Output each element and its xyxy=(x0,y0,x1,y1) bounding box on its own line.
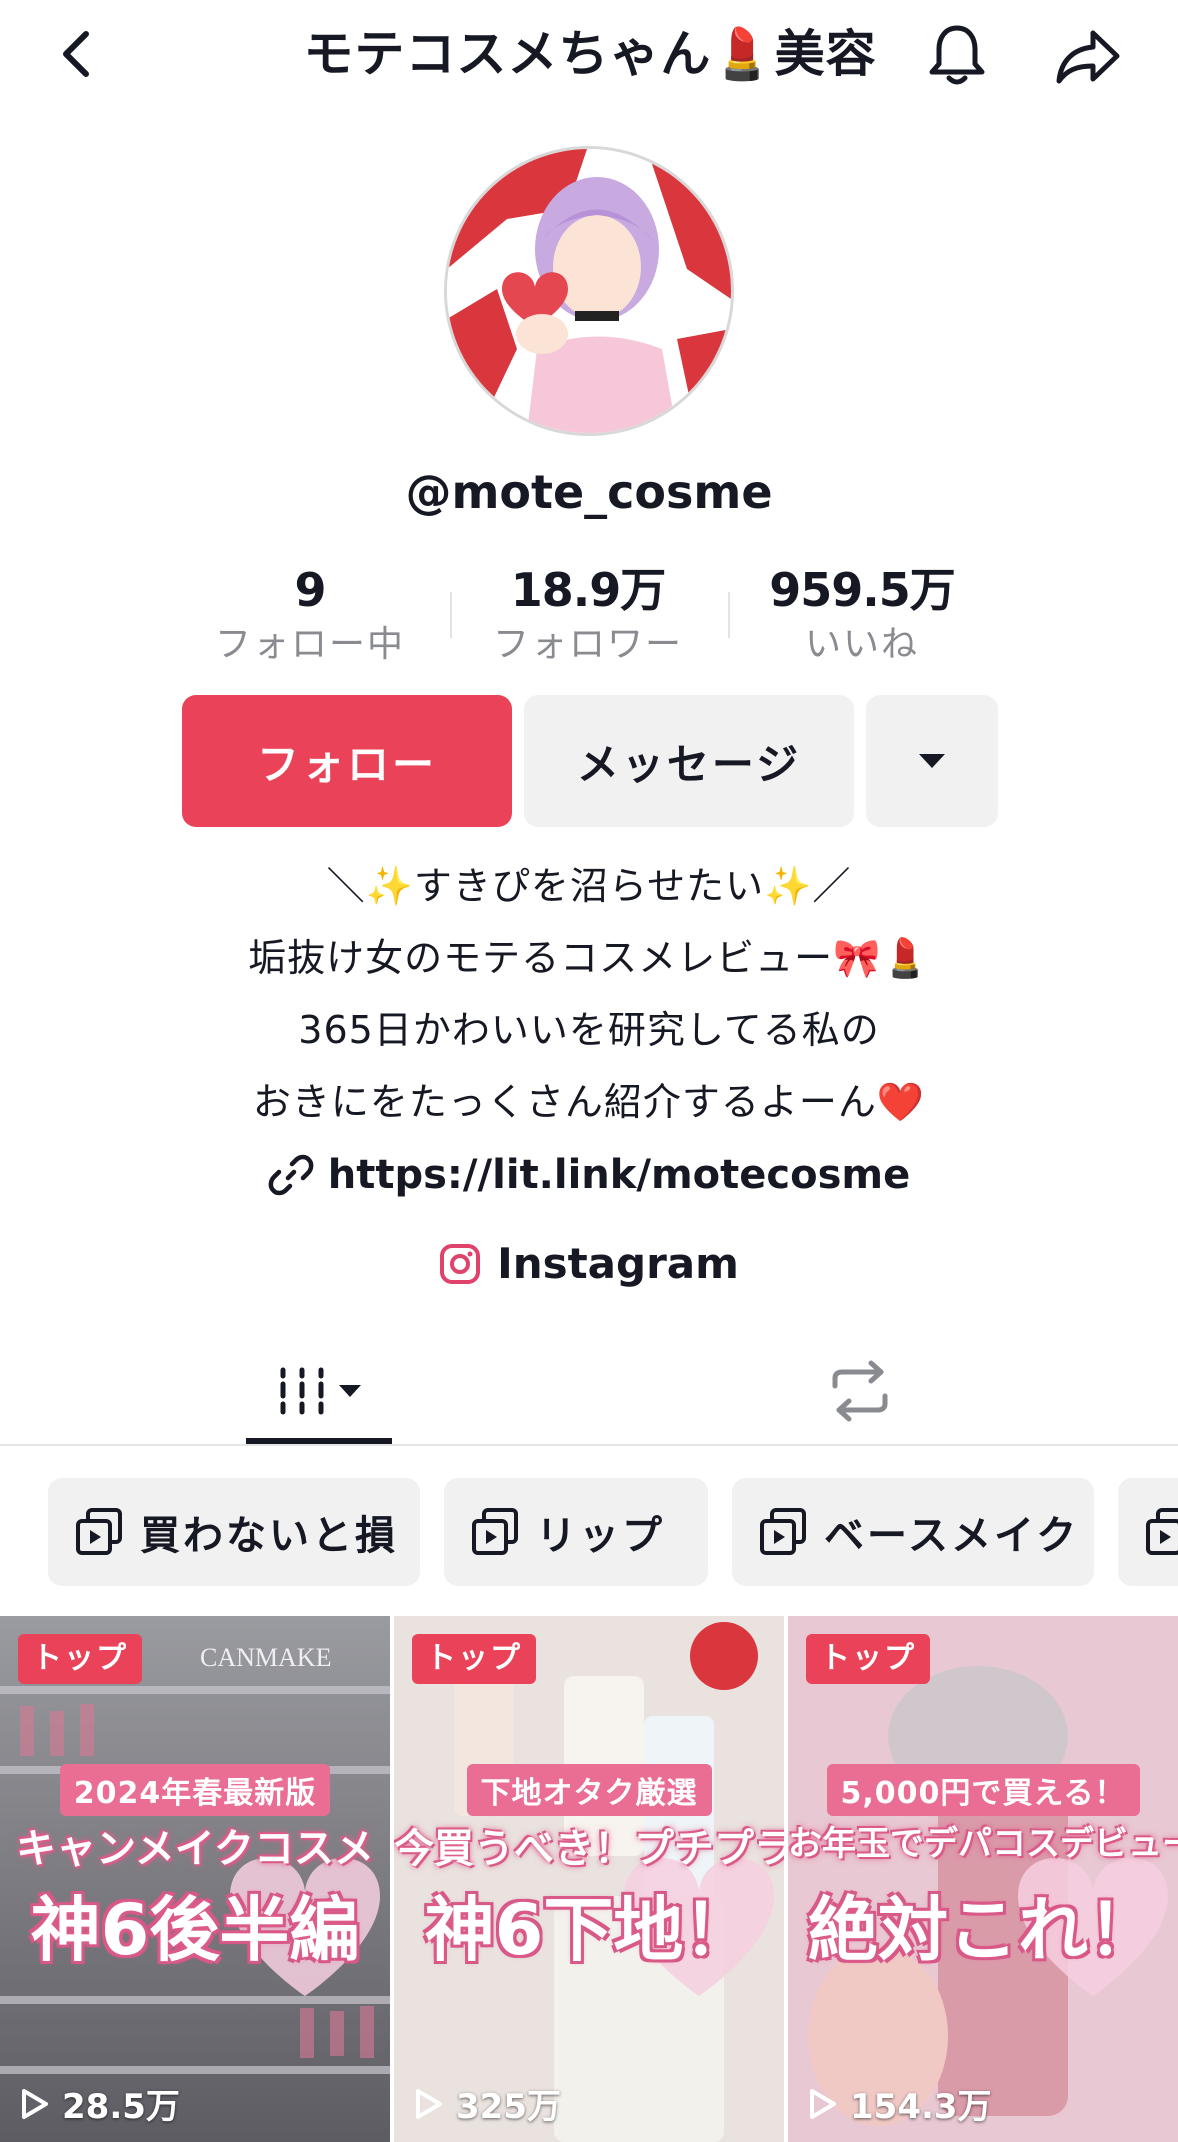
video-caption-main: 神6後半編 xyxy=(30,1889,360,1971)
video-thumbnail[interactable]: トップ 5,000円で買える！ お年玉でデパコスデビュー 絶対これ！ 154.3… xyxy=(788,1616,1178,2142)
profile-header: モテコスメちゃん💄美容 xyxy=(0,0,1178,112)
share-arrow-icon xyxy=(1056,30,1120,84)
caption-text: 5,000円で買える！ xyxy=(826,1764,1140,1816)
playlist-label: ベースメイク xyxy=(824,1513,1080,1559)
playlist-icon xyxy=(76,1508,122,1555)
profile-link[interactable]: https://lit.link/motecosme xyxy=(0,1140,1178,1210)
playlist-label: 買わないと損 xyxy=(140,1513,398,1559)
playlist-chip[interactable]: リップ xyxy=(444,1478,708,1586)
tab-videos[interactable] xyxy=(246,1336,392,1446)
caret-down-icon xyxy=(919,754,945,768)
view-count-text: 28.5万 xyxy=(62,2087,180,2127)
message-button[interactable]: メッセージ xyxy=(524,695,854,827)
bio-line: ＼✨すきぴを沼らせたい✨／ xyxy=(326,864,852,908)
followers-count: 18.9万 xyxy=(510,563,667,617)
video-thumbnail[interactable]: トップ 下地オタク厳選 今買うべき！プチプラ 神6下地！ 325万 xyxy=(394,1616,784,2142)
video-caption-top: 2024年春最新版 xyxy=(0,1764,390,1816)
top-badge: トップ xyxy=(806,1634,930,1684)
bio-line: おきにをたっくさん紹介するよーん❤️ xyxy=(252,1080,926,1124)
play-icon xyxy=(22,2088,48,2119)
videos-grid-icon xyxy=(280,1367,324,1415)
chevron-left-icon xyxy=(63,31,89,77)
playlist-icon xyxy=(760,1508,806,1555)
bio-line: 365日かわいいを研究してる私の xyxy=(298,1008,880,1052)
likes-count: 959.5万 xyxy=(769,563,956,617)
likes-label: いいね xyxy=(804,624,919,665)
view-count: 28.5万 xyxy=(20,2079,180,2128)
video-caption-middle: お年玉でデパコスデビュー xyxy=(788,1824,1178,1864)
stat-divider xyxy=(728,592,730,638)
likes-stat[interactable]: 959.5万 いいね xyxy=(752,560,972,670)
instagram-link[interactable]: Instagram xyxy=(0,1232,1178,1296)
username: @mote_cosme xyxy=(405,465,773,519)
video-grid: CANMAKE トップ 2024年春最新版 キャンメイクコスメ 神6後半編 28… xyxy=(0,1616,1178,2142)
play-icon xyxy=(416,2088,442,2119)
tab-active-indicator xyxy=(246,1438,392,1444)
video-caption-main: 神6下地！ xyxy=(424,1889,754,1971)
repost-icon xyxy=(832,1360,888,1422)
followers-label: フォロワー xyxy=(492,624,683,665)
share-button[interactable] xyxy=(1052,22,1124,90)
following-count: 9 xyxy=(294,563,326,617)
playlist-label: リップ xyxy=(536,1513,665,1559)
video-thumbnail[interactable]: CANMAKE トップ 2024年春最新版 キャンメイクコスメ 神6後半編 28… xyxy=(0,1616,390,2142)
playlist-chip[interactable]: ベースメイク xyxy=(732,1478,1094,1586)
content-tabs xyxy=(0,1336,1178,1446)
caption-text: 下地オタク厳選 xyxy=(466,1764,712,1816)
play-icon xyxy=(810,2088,836,2119)
top-badge: トップ xyxy=(412,1634,536,1684)
view-count: 325万 xyxy=(414,2079,561,2128)
caption-text: 2024年春最新版 xyxy=(59,1764,331,1816)
instagram-label: Instagram xyxy=(497,1239,739,1288)
notification-button[interactable] xyxy=(922,20,992,90)
page-title: モテコスメちゃん💄美容 xyxy=(303,25,877,83)
follow-button[interactable]: フォロー xyxy=(182,695,512,827)
playlist-chip[interactable] xyxy=(1118,1478,1178,1586)
playlist-row: 買わないと損 リップ ベースメイク xyxy=(0,1478,1178,1586)
followers-stat[interactable]: 18.9万 フォロワー xyxy=(478,560,698,670)
avatar[interactable] xyxy=(444,146,734,436)
video-caption-middle: キャンメイクコスメ xyxy=(16,1826,374,1872)
stat-divider xyxy=(450,592,452,638)
link-text: https://lit.link/motecosme xyxy=(327,1152,911,1198)
bio-line: 垢抜け女のモテるコスメレビュー🎀💄 xyxy=(248,936,930,980)
video-caption-middle: 今買うべき！プチプラ xyxy=(394,1826,784,1872)
avatar-illustration xyxy=(447,149,731,433)
instagram-icon xyxy=(440,1244,481,1284)
video-caption-top: 下地オタク厳選 xyxy=(394,1764,784,1816)
following-label: フォロー中 xyxy=(214,624,405,665)
video-caption-top: 5,000円で買える！ xyxy=(788,1764,1178,1816)
view-count-text: 154.3万 xyxy=(850,2087,992,2127)
playlist-icon xyxy=(472,1508,518,1555)
view-count-text: 325万 xyxy=(456,2087,561,2127)
link-icon xyxy=(268,1154,314,1196)
profile-bio: ＼✨すきぴを沼らせたい✨／ 垢抜け女のモテるコスメレビュー🎀💄 365日かわいい… xyxy=(0,850,1178,1138)
bell-icon xyxy=(929,25,985,85)
caret-down-icon xyxy=(339,1385,361,1397)
more-options-button[interactable] xyxy=(866,695,998,827)
view-count: 154.3万 xyxy=(808,2079,992,2128)
tab-reposts[interactable] xyxy=(818,1336,902,1446)
playlist-chip[interactable]: 買わないと損 xyxy=(48,1478,420,1586)
playlist-icon xyxy=(1146,1508,1178,1555)
profile-stats: 9 フォロー中 18.9万 フォロワー 959.5万 いいね xyxy=(200,560,980,675)
top-badge: トップ xyxy=(18,1634,142,1684)
video-caption-main: 絶対これ！ xyxy=(808,1889,1158,1971)
svg-text:CANMAKE: CANMAKE xyxy=(200,1643,331,1672)
back-button[interactable] xyxy=(44,22,108,86)
following-stat[interactable]: 9 フォロー中 xyxy=(200,560,420,670)
